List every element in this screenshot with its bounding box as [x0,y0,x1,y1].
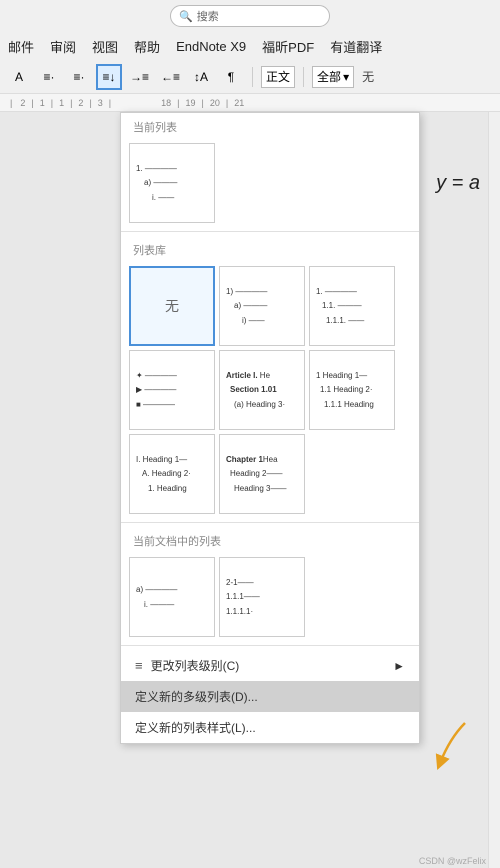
current-doc-label: 当前文档中的列表 [121,527,419,553]
menu-mail[interactable]: 邮件 [8,37,34,56]
current-list-item[interactable]: 1. ———— a) ——— i. —— [129,143,215,223]
math-text: y = a [436,172,480,194]
change-level-arrow: ► [393,659,405,673]
menu-help[interactable]: 帮助 [134,37,160,56]
ruler: | 2 | 1 | 1 | 2 | 3 | 18 | 19 | 20 | 21 [0,94,500,112]
list-preview-heading1[interactable]: 1 Heading 1— 1.1 Heading 2· 1.1.1 Headin… [309,350,395,430]
scrollbar[interactable] [488,112,500,868]
watermark: CSDN @wzFelix [419,856,486,866]
list-preview-alpha[interactable]: 1) ———— a) ——— i) —— [219,266,305,346]
list-preview-none[interactable]: 无 [129,266,215,346]
current-list-label: 当前列表 [121,113,419,139]
search-box[interactable]: 🔍 搜索 [170,5,330,27]
all-dropdown[interactable]: 全部 ▾ [312,66,354,88]
change-level-icon: ≡ [135,658,143,673]
math-equation: y = a [436,172,480,195]
format-btn[interactable]: ¶ [218,64,244,90]
list-preview-dotted[interactable]: 1. ———— 1.1. ——— 1.1.1. —— [309,266,395,346]
divider-3 [121,645,419,646]
change-level-label: 更改列表级别(C) [151,657,240,674]
list-preview-doc1[interactable]: a) ———— i. ——— [129,557,215,637]
title-bar: 🔍 搜索 [0,0,500,32]
list-dropdown-menu: 当前列表 1. ———— a) ——— i. —— 列表库 无 1) ———— … [120,112,420,744]
multilevel-list-btn[interactable]: ≡↓ [96,64,122,90]
indent-btn1[interactable]: →≡ [126,64,153,90]
menu-youdao[interactable]: 有道翻译 [330,37,382,56]
dropdown-arrow-icon: ▾ [343,70,349,84]
list-btn1[interactable]: ≡· [36,64,62,90]
menu-endnote[interactable]: EndNote X9 [176,39,246,54]
no-wrap-label: 无 [362,68,374,85]
font-btn[interactable]: A [6,64,32,90]
style-label: 正文 [266,68,290,85]
list-library-label: 列表库 [121,236,419,262]
doc-area: y = a 当前列表 1. ———— a) ——— i. —— 列表库 无 1)… [0,112,500,868]
current-doc-grid: a) ———— i. ——— 2-1—— 1.1.1—— 1.1.1.1· [121,553,419,641]
divider-1 [121,231,419,232]
sort-btn[interactable]: ↕A [188,64,214,90]
indent-btn2[interactable]: ←≡ [157,64,184,90]
list-preview-article[interactable]: Article I. He Section 1.01 (a) Heading 3… [219,350,305,430]
define-list-style-action[interactable]: 定义新的列表样式(L)... [121,712,419,743]
menu-view[interactable]: 视图 [92,37,118,56]
all-label: 全部 [317,68,341,85]
define-list-style-label: 定义新的列表样式(L)... [135,719,256,736]
style-dropdown[interactable]: 正文 [261,66,295,88]
menu-foxit[interactable]: 福昕PDF [262,37,314,56]
list-preview-roman[interactable]: I. Heading 1— A. Heading 2· 1. Heading [129,434,215,514]
search-placeholder: 搜索 [197,8,219,24]
define-multilevel-label: 定义新的多级列表(D)... [135,688,258,705]
search-icon: 🔍 [179,10,193,23]
none-label: 无 [165,296,179,316]
list-preview-symbol[interactable]: ✦ ———— ▶ ———— ■ ———— [129,350,215,430]
toolbar: A ≡· ≡· ≡↓ →≡ ←≡ ↕A ¶ 正文 全部 ▾ 无 [0,60,500,94]
change-level-action[interactable]: ≡ 更改列表级别(C) ► [121,650,419,681]
divider-2 [121,522,419,523]
menu-bar: 邮件 审阅 视图 帮助 EndNote X9 福昕PDF 有道翻译 [0,32,500,60]
define-multilevel-action[interactable]: 定义新的多级列表(D)... [121,681,419,712]
list-library-grid: 无 1) ———— a) ——— i) —— 1. ———— 1.1. ——— … [121,262,419,518]
current-list-grid: 1. ———— a) ——— i. —— [121,139,419,227]
list-preview-chapter[interactable]: Chapter 1Hea Heading 2—— Heading 3—— [219,434,305,514]
list-btn2[interactable]: ≡· [66,64,92,90]
list-preview-doc2[interactable]: 2-1—— 1.1.1—— 1.1.1.1· [219,557,305,637]
menu-review[interactable]: 审阅 [50,37,76,56]
